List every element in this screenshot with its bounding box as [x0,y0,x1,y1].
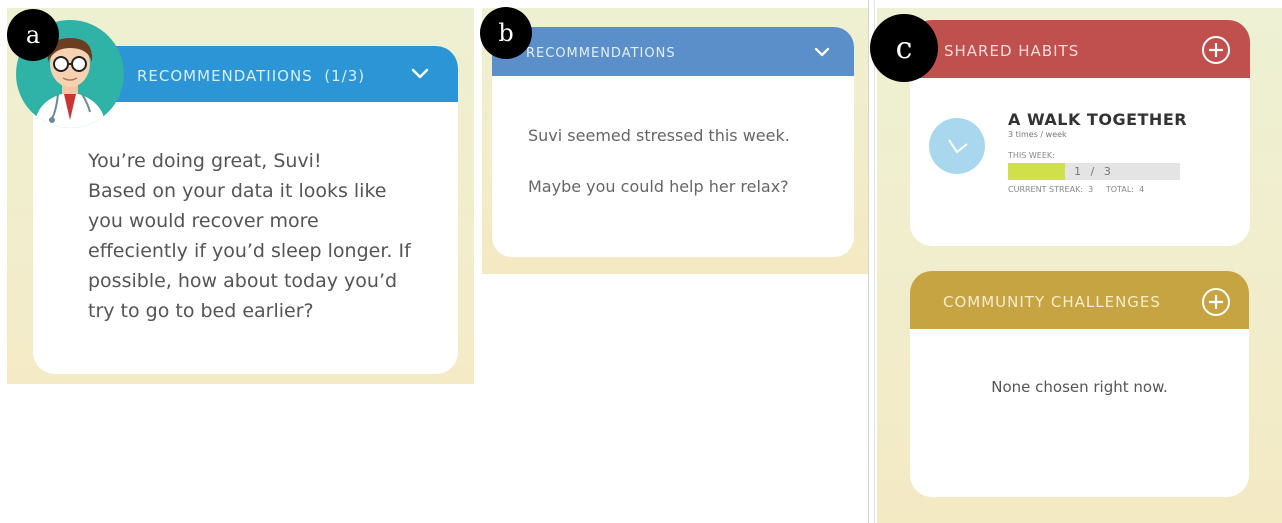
panel-label-badge: c [870,14,938,82]
recommendation-message: Suvi seemed stressed this week. [528,126,790,145]
message-line: Based on your data it looks like [88,180,387,202]
message-line: you would recover more [88,210,319,232]
habit-frequency: 3 times / week [1008,130,1067,139]
chevron-down-icon[interactable] [411,64,429,82]
shared-habits-card: SHARED HABITS A WALK TOGETHER 3 times / … [910,20,1250,246]
recommendation-card: RECOMMENDATIONS Suvi seemed stressed thi… [492,27,854,257]
panel-label-badge: b [480,7,532,59]
shared-habits-title: SHARED HABITS [944,42,1080,60]
plus-circle-icon[interactable] [1201,287,1231,317]
message-line: possible, how about today you’d [88,270,398,292]
recommendation-header[interactable]: RECOMMENDATIONS [492,27,854,76]
community-challenges-header: COMMUNITY CHALLENGES [910,271,1249,329]
chevron-down-icon[interactable] [814,44,830,60]
recommendation-message: Maybe you could help her relax? [528,177,789,196]
message-line: You’re doing great, Suvi! [88,150,322,172]
community-challenges-title: COMMUNITY CHALLENGES [943,293,1161,311]
panel-divider [868,0,869,523]
recommendation-title: RECOMMENDATIONS [526,46,676,61]
message-line: effeciently if you’d sleep longer. If [88,240,411,262]
panel-divider [874,0,875,523]
recommendation-title: RECOMMENDATIIONS (1/3) [137,67,366,85]
habit-name[interactable]: A WALK TOGETHER [1008,110,1187,129]
habit-progress-text: 1 / 3 [1074,165,1114,178]
message-line: try to go to bed earlier? [88,300,314,322]
recommendation-message: You’re doing great, Suvi! Based on your … [88,146,438,326]
plus-circle-icon[interactable] [1201,35,1231,65]
clock-icon[interactable] [929,118,985,174]
this-week-label: THIS WEEK: [1008,151,1055,160]
shared-habits-header: SHARED HABITS [910,20,1250,78]
panel-label-badge: a [7,9,59,61]
empty-state-text: None chosen right now. [991,378,1168,396]
habit-streak: CURRENT STREAK: 3 TOTAL: 4 [1008,185,1145,194]
habit-progress-bar: 1 / 3 [1008,163,1180,180]
community-challenges-card: COMMUNITY CHALLENGES None chosen right n… [910,271,1249,497]
